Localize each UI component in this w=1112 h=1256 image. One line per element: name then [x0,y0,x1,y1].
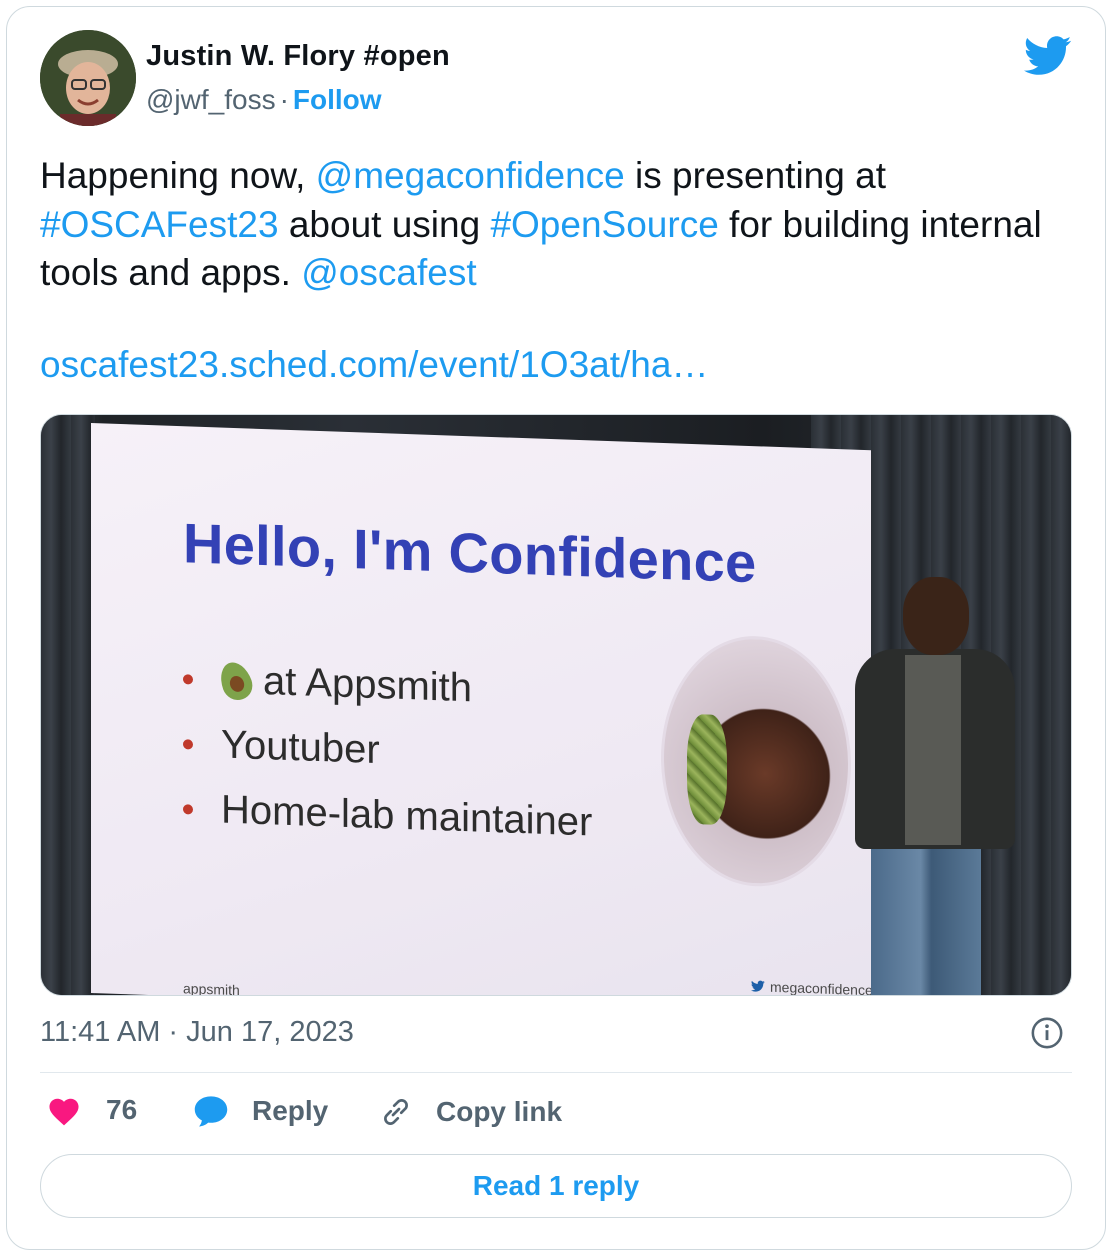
hashtag-link[interactable]: #OpenSource [490,204,718,245]
slide-title: Hello, I'm Confidence [183,511,757,595]
avocado-icon [215,657,257,704]
follow-button[interactable]: Follow [293,84,382,115]
presentation-screen: Hello, I'm Confidence at Appsmith Youtub… [91,423,873,996]
like-button[interactable]: 76 [46,1094,137,1126]
speaker-shirt [905,655,961,845]
author-name[interactable]: Justin W. Flory #open [146,40,450,73]
copy-link-label: Copy link [436,1096,563,1127]
bullet-dot [183,738,193,750]
mini-bird-icon [751,980,765,992]
mention-link[interactable]: @oscafest [301,252,476,293]
stage-curtain-left [41,415,95,995]
slide-bullets: at Appsmith Youtuber Home-lab maintainer [183,656,592,865]
slide-bullet-text: Youtuber [221,722,380,773]
reply-label: Reply [252,1095,329,1126]
mention-link[interactable]: @megaconfidence [316,155,625,196]
divider [40,1072,1072,1073]
speaker-head [903,577,969,655]
tweet-timestamp[interactable]: 11:41 AM · Jun 17, 2023 [40,1016,354,1049]
avatar[interactable] [40,30,136,126]
hashtag-link[interactable]: #OSCAFest23 [40,204,279,245]
slide-bullet-text: Home-lab maintainer [221,787,593,845]
bullet-dot [183,803,193,815]
speech-bubble-icon [194,1096,228,1127]
speaker-figure [845,565,1015,995]
separator-dot: · [279,84,289,115]
slide-bullet-text: at Appsmith [263,659,473,711]
speaker-legs [871,843,981,995]
slide-bullet: Home-lab maintainer [183,786,592,845]
text-segment: Happening now, [40,155,316,196]
text-segment: about using [278,203,491,245]
like-count: 76 [106,1094,138,1125]
read-replies-button[interactable]: Read 1 reply [40,1154,1072,1218]
external-url-link[interactable]: oscafest23.sched.com/event/1O3at/ha… [40,344,708,386]
slide-brand: appsmith_ [183,980,248,996]
twitter-bird-icon[interactable] [1024,36,1072,76]
reply-button[interactable]: Reply [192,1094,328,1128]
slide-bullet: at Appsmith [183,656,592,715]
avatar-image [40,30,136,126]
read-replies-label: Read 1 reply [472,1170,640,1201]
heart-icon [49,1098,79,1126]
author-meta: @jwf_foss · Follow [146,84,382,116]
info-icon[interactable] [1030,1016,1064,1050]
author-handle[interactable]: @jwf_foss [146,84,276,115]
plant-image [687,713,727,826]
slide-bullet: Youtuber [183,721,592,780]
tweet-text: Happening now, @megaconfidence is presen… [40,152,1060,298]
copy-link-button[interactable]: Copy link [378,1094,562,1130]
tweet-photo[interactable]: Hello, I'm Confidence at Appsmith Youtub… [40,414,1072,996]
text-segment: is presenting at [624,155,886,196]
bullet-dot [183,673,193,685]
link-icon [384,1099,408,1125]
